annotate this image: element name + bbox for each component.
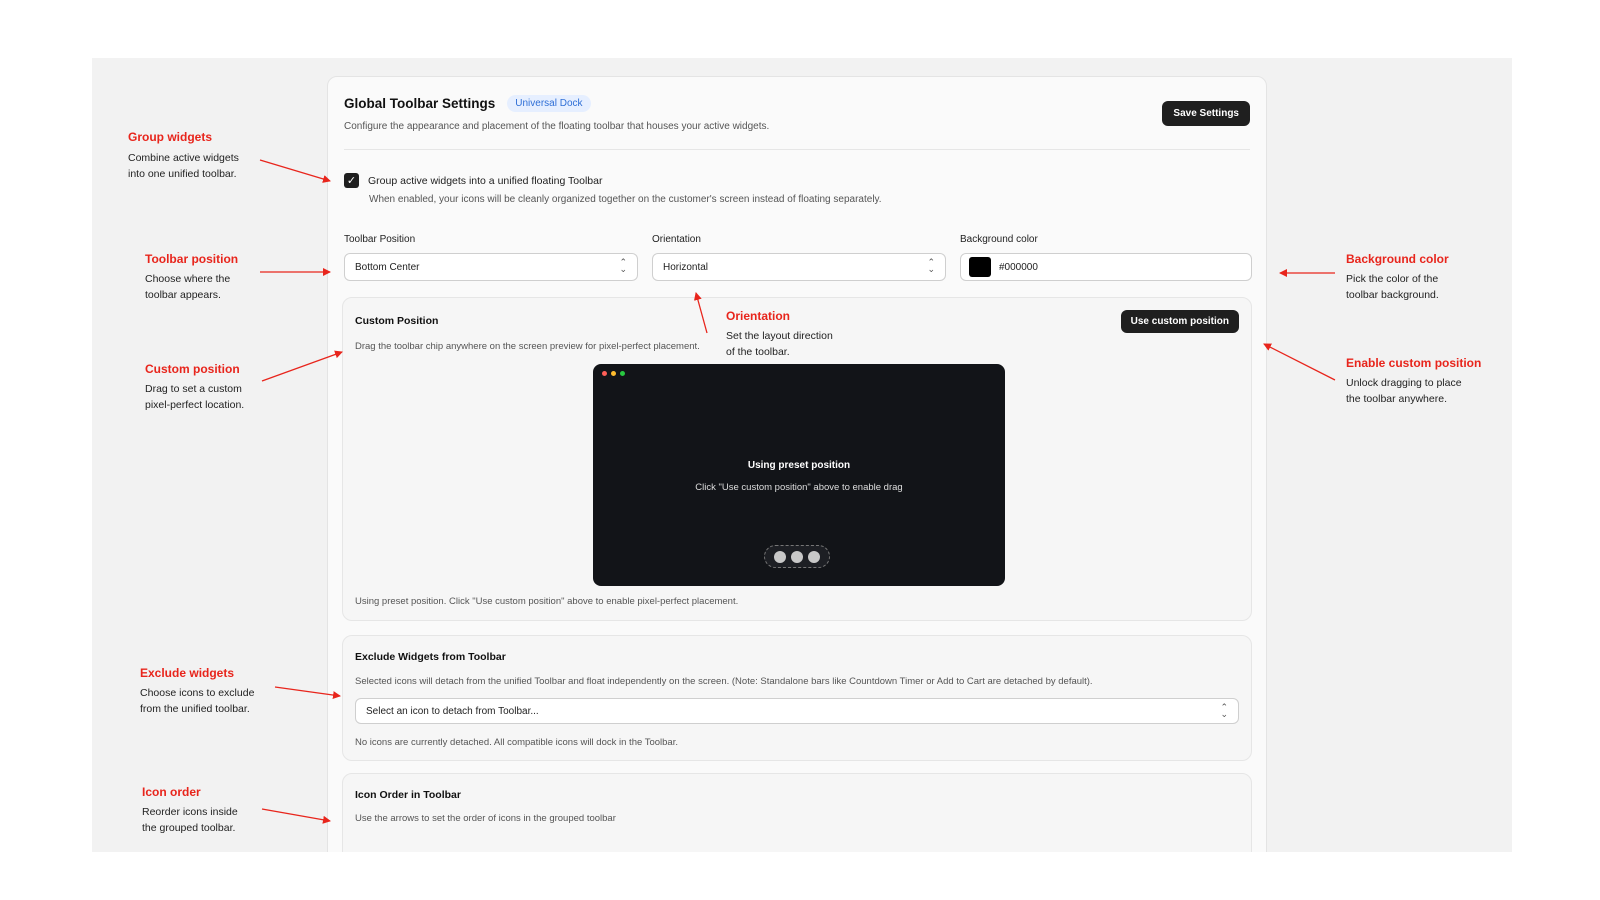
icon-order-title: Icon Order in Toolbar xyxy=(355,789,461,801)
orientation-select[interactable]: Horizontal ⌃ ⌄ xyxy=(652,253,946,281)
window-controls-icon xyxy=(602,371,625,376)
screenshot-canvas: Global Toolbar Settings Universal Dock C… xyxy=(92,58,1512,852)
group-widgets-help: When enabled, your icons will be cleanly… xyxy=(369,194,882,205)
scope-badge: Universal Dock xyxy=(507,95,591,112)
close-dot xyxy=(602,371,607,376)
annotation-orientation-desc: Set the layout direction of the toolbar. xyxy=(726,330,833,358)
icon-order-card: Icon Order in Toolbar Use the arrows to … xyxy=(342,773,1252,852)
preview-subtitle: Click "Use custom position" above to ena… xyxy=(695,482,903,493)
chevron-up-down-icon: ⌃ ⌄ xyxy=(1220,703,1228,720)
background-color-value: #000000 xyxy=(999,261,1038,273)
toolbar-position-label: Toolbar Position xyxy=(344,234,416,245)
annotation-exclude-desc: Choose icons to exclude from the unified … xyxy=(140,687,255,715)
screen-preview[interactable]: Using preset position Click "Use custom … xyxy=(593,364,1005,586)
annotation-order-title: Icon order xyxy=(142,785,201,799)
annotation-enable-desc: Unlock dragging to place the toolbar anyw… xyxy=(1346,377,1462,405)
orientation-label: Orientation xyxy=(652,234,701,245)
custom-position-title: Custom Position xyxy=(355,315,439,327)
annotation-group-title: Group widgets xyxy=(128,130,212,144)
group-widgets-row[interactable]: ✓ Group active widgets into a unified fl… xyxy=(344,173,602,188)
maximize-dot xyxy=(620,371,625,376)
background-color-label: Background color xyxy=(960,234,1038,245)
annotation-custom-desc: Drag to set a custom pixel-perfect locati… xyxy=(145,383,245,411)
icon-order-desc: Use the arrows to set the order of icons… xyxy=(355,813,616,824)
chip-dot xyxy=(791,550,803,563)
group-widgets-label: Group active widgets into a unified floa… xyxy=(368,174,603,187)
custom-position-desc: Drag the toolbar chip anywhere on the sc… xyxy=(355,341,700,352)
annotation-bg-title: Background color xyxy=(1346,252,1449,266)
background-color-field[interactable]: #000000 xyxy=(960,253,1252,281)
annotation-custom-title: Custom position xyxy=(145,362,240,376)
chevron-up-down-icon: ⌃ ⌄ xyxy=(927,258,935,275)
custom-position-footer: Using preset position. Click "Use custom… xyxy=(355,596,739,607)
orientation-value: Horizontal xyxy=(663,261,709,273)
group-widgets-checkbox[interactable]: ✓ xyxy=(344,173,359,188)
detach-icon-select[interactable]: Select an icon to detach from Toolbar...… xyxy=(355,698,1239,724)
exclude-widgets-title: Exclude Widgets from Toolbar xyxy=(355,651,506,663)
exclude-widgets-desc: Selected icons will detach from the unif… xyxy=(355,676,1093,687)
preview-title: Using preset position xyxy=(747,460,851,471)
annotation-orientation-title: Orientation xyxy=(726,309,791,323)
annotation-position-desc: Choose where the toolbar appears. xyxy=(145,273,231,301)
toolbar-position-value: Bottom Center xyxy=(355,261,420,273)
page-title: Global Toolbar Settings xyxy=(344,96,496,111)
exclude-widgets-card: Exclude Widgets from Toolbar Selected ic… xyxy=(342,635,1252,761)
annotation-bg-desc: Pick the color of the toolbar background. xyxy=(1346,273,1439,301)
annotation-exclude-title: Exclude widgets xyxy=(140,666,235,680)
minimize-dot xyxy=(611,371,616,376)
detach-status: No icons are currently detached. All com… xyxy=(355,737,678,748)
chip-dot xyxy=(808,550,820,563)
chip-dot xyxy=(774,550,786,563)
page-subtitle: Configure the appearance and placement o… xyxy=(344,121,770,132)
toolbar-chip-icon[interactable] xyxy=(764,545,830,568)
settings-panel: Global Toolbar Settings Universal Dock C… xyxy=(327,76,1267,852)
use-custom-position-button[interactable]: Use custom position xyxy=(1120,310,1239,333)
save-settings-button[interactable]: Save Settings xyxy=(1162,101,1250,126)
annotation-order-desc: Reorder icons inside the grouped toolbar. xyxy=(142,806,238,834)
title-row: Global Toolbar Settings Universal Dock xyxy=(344,95,591,112)
color-swatch[interactable] xyxy=(969,257,991,277)
annotation-enable-title: Enable custom position xyxy=(1346,356,1482,370)
header-divider xyxy=(344,149,1250,150)
chevron-up-down-icon: ⌃ ⌄ xyxy=(619,258,627,275)
annotation-group-desc: Combine active widgets into one unified t… xyxy=(128,152,239,180)
annotation-position-title: Toolbar position xyxy=(145,252,239,266)
detach-icon-placeholder: Select an icon to detach from Toolbar... xyxy=(366,705,539,717)
toolbar-position-select[interactable]: Bottom Center ⌃ ⌄ xyxy=(344,253,638,281)
